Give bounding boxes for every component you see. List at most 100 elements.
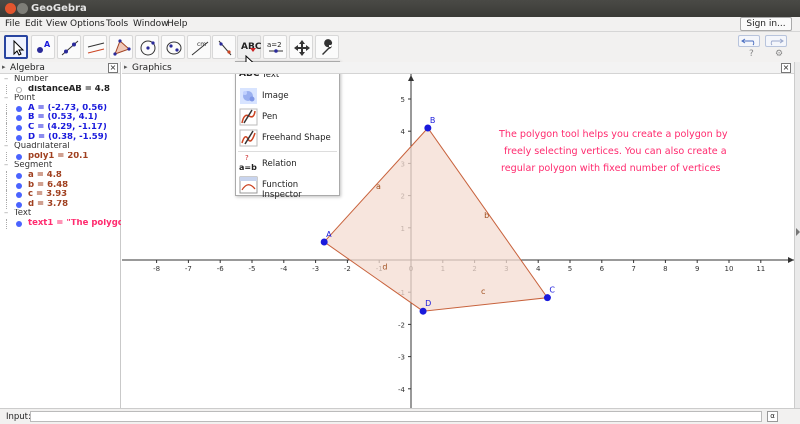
algebra-header[interactable]: ▸ Algebra × [0, 62, 120, 74]
relation-icon: ? a=b [239, 154, 258, 173]
visibility-toggle[interactable] [16, 86, 22, 93]
item-text: c = 3.93 [28, 190, 68, 200]
item-text: D = (0.38, -1.59) [28, 132, 108, 142]
graphics-view[interactable]: ▸ Graphics × -8-7-6-5-4-3-2-101234567891… [122, 62, 794, 408]
segment-label: b [484, 211, 489, 220]
circle-tool-button[interactable] [135, 35, 159, 59]
list-item[interactable]: D = (0.38, -1.59) [0, 132, 121, 143]
undo-button[interactable] [738, 35, 760, 47]
toolbar-help-icon[interactable]: ? [749, 49, 754, 59]
close-graphics-icon[interactable]: × [781, 63, 791, 73]
menu-item-pen[interactable]: Pen [236, 106, 339, 127]
perpendicular-line-tool-button[interactable] [83, 35, 107, 59]
list-item[interactable]: d = 3.78 [0, 199, 121, 210]
collapse-triangle-icon[interactable]: ▸ [2, 63, 6, 71]
x-tick-label: 7 [631, 265, 635, 273]
conic-tool-button[interactable] [161, 35, 185, 59]
annotation-text[interactable]: regular polygon with fixed number of ver… [501, 163, 721, 174]
menu-item-function-inspector[interactable]: Function Inspector [236, 174, 339, 200]
reflect-tool-button[interactable] [212, 35, 236, 59]
category-point[interactable]: Point [0, 94, 121, 104]
right-panel-toggle[interactable] [794, 62, 800, 408]
toolbar: A cm ABC a=2 [0, 32, 800, 62]
visibility-toggle[interactable] [16, 201, 22, 208]
minimize-window-icon[interactable] [17, 3, 28, 14]
move-tool-button[interactable] [4, 35, 28, 59]
visibility-toggle[interactable] [16, 220, 22, 227]
polygon-icon [113, 39, 131, 56]
category-text[interactable]: Text [0, 209, 121, 219]
visibility-toggle[interactable] [16, 153, 22, 160]
menu-edit[interactable]: Edit [25, 19, 42, 29]
close-window-icon[interactable] [5, 3, 16, 14]
properties-tool-button[interactable] [315, 35, 339, 59]
annotation-text[interactable]: The polygon tool helps you create a poly… [498, 129, 728, 140]
text-tool-dropdown: ABC Text Image Pen Freehand Shape ? a=b R… [235, 61, 340, 200]
menu-view[interactable]: View [46, 19, 67, 29]
algebra-view: ▸ Algebra × Number distanceAB = 4.8 Poin… [0, 62, 121, 408]
list-item[interactable]: text1 = "The polygon t [0, 218, 121, 229]
x-tick-label: -6 [217, 265, 225, 273]
visibility-toggle[interactable] [16, 182, 22, 189]
relation-icon-label: a=b [239, 163, 257, 172]
menu-options[interactable]: Options [70, 19, 105, 29]
window-titlebar: GeoGebra [0, 0, 800, 17]
visibility-toggle[interactable] [16, 172, 22, 179]
menu-help[interactable]: Help [167, 19, 188, 29]
gear-icon[interactable]: ⚙ [775, 49, 783, 59]
list-item[interactable]: poly1 = 20.1 [0, 151, 121, 162]
close-algebra-icon[interactable]: × [108, 63, 118, 73]
point-tool-button[interactable]: A [31, 35, 55, 59]
menu-window[interactable]: Window [133, 19, 169, 29]
angle-tool-button[interactable]: cm [187, 35, 211, 59]
list-item[interactable]: A = (-2.73, 0.56) [0, 103, 121, 114]
segment-label: d [382, 263, 387, 272]
visibility-toggle[interactable] [16, 105, 22, 112]
algebra-list: Number distanceAB = 4.8 Point A = (-2.73… [0, 75, 121, 229]
menu-item-freehand-shape[interactable]: Freehand Shape [236, 127, 339, 148]
annotation-text[interactable]: freely selecting vertices. You can also … [504, 146, 727, 157]
category-number[interactable]: Number [0, 75, 121, 85]
input-field[interactable] [30, 411, 762, 422]
input-help-button[interactable]: α [767, 411, 778, 422]
point-C[interactable] [543, 294, 551, 302]
collapse-triangle-icon[interactable]: ▸ [124, 63, 128, 71]
list-item[interactable]: a = 4.8 [0, 170, 121, 181]
list-item[interactable]: B = (0.53, 4.1) [0, 113, 121, 123]
visibility-toggle[interactable] [16, 134, 22, 141]
y-axis-arrow [408, 75, 414, 81]
y-tick-label: -2 [398, 321, 405, 329]
sign-in-button[interactable]: Sign in... [740, 17, 792, 31]
y-tick-label: -3 [398, 354, 405, 362]
list-item[interactable]: b = 6.48 [0, 180, 121, 191]
line-tool-button[interactable] [57, 35, 81, 59]
point-B[interactable] [424, 124, 432, 132]
visibility-toggle[interactable] [16, 124, 22, 131]
list-item[interactable]: c = 3.93 [0, 190, 121, 200]
slider-tool-button[interactable]: a=2 [263, 35, 287, 59]
point-D[interactable] [419, 307, 427, 315]
visibility-toggle[interactable] [16, 115, 22, 122]
polygon-tool-button[interactable] [109, 35, 133, 59]
move-graphics-view-button[interactable] [289, 35, 313, 59]
category-segment[interactable]: Segment [0, 161, 121, 171]
menu-file[interactable]: File [5, 19, 20, 29]
graphics-canvas[interactable]: -8-7-6-5-4-3-2-101234567891011-4-3-2-112… [122, 62, 794, 408]
freehand-icon [239, 129, 258, 147]
point-label: A [326, 230, 332, 239]
list-item[interactable]: C = (4.29, -1.17) [0, 122, 121, 133]
angle-icon: cm [191, 41, 209, 56]
graphics-header[interactable]: ▸ Graphics × [122, 62, 794, 74]
menu-tools[interactable]: Tools [106, 19, 128, 29]
category-quadrilateral[interactable]: Quadrilateral [0, 142, 121, 152]
visibility-toggle[interactable] [16, 192, 22, 199]
move-arrows-icon [294, 40, 310, 56]
x-tick-label: -7 [185, 265, 192, 273]
point-A[interactable] [320, 238, 328, 246]
menu-item-image[interactable]: Image [236, 85, 339, 106]
list-item[interactable]: distanceAB = 4.8 [0, 84, 121, 95]
pen-icon [239, 108, 258, 126]
redo-button[interactable] [765, 35, 787, 47]
menu-item-relation[interactable]: ? a=b Relation [236, 153, 339, 174]
menu-item-label: Image [262, 91, 289, 101]
